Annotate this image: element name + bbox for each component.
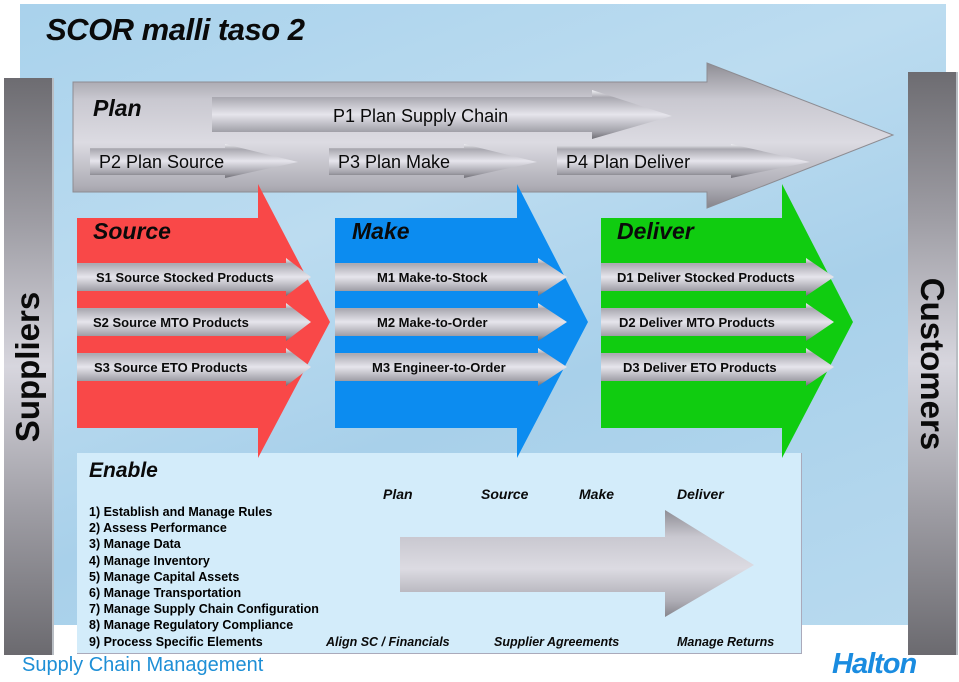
enable-column-deliver: Deliver [677,486,724,502]
enable-item: 2) Assess Performance [89,521,227,536]
deliver-title: Deliver [617,218,694,244]
enable-bottom-returns: Manage Returns [677,635,775,649]
halton-logo: Halton [832,648,917,680]
make-item-m2: M2 Make-to-Order [377,315,488,330]
enable-title: Enable [89,459,158,482]
plan-item-p1: P1 Plan Supply Chain [333,106,509,126]
make-item-m1: M1 Make-to-Stock [377,270,488,285]
deliver-item-d3: D3 Deliver ETO Products [623,360,777,375]
enable-item: 7) Manage Supply Chain Configuration [89,602,319,617]
enable-item: 5) Manage Capital Assets [89,569,240,584]
source-title: Source [93,218,171,244]
enable-list: 1) Establish and Manage Rules 2) Assess … [89,504,319,650]
enable-column-make: Make [579,486,615,502]
plan-title: Plan [93,95,142,121]
source-item-s2: S2 Source MTO Products [93,315,249,330]
plan-item-p3: P3 Plan Make [338,152,451,172]
enable-bottom-supplier: Supplier Agreements [494,635,620,649]
enable-column-source: Source [481,486,529,502]
make-item-m3: M3 Engineer-to-Order [372,360,506,375]
plan-item-p4: P4 Plan Deliver [566,152,691,172]
enable-column-plan: Plan [383,486,413,502]
enable-bottom-align: Align SC / Financials [326,635,450,649]
deliver-item-d2: D2 Deliver MTO Products [619,315,775,330]
enable-arrow [400,510,754,617]
enable-item: 1) Establish and Manage Rules [89,505,273,519]
make-title: Make [352,218,410,244]
enable-item: 8) Manage Regulatory Compliance [89,618,294,633]
source-item-s1: S1 Source Stocked Products [96,270,274,285]
plan-arrow [72,62,895,209]
enable-item: 3) Manage Data [89,537,181,552]
plan-item-p2: P2 Plan Source [99,152,225,172]
source-item-s3: S3 Source ETO Products [94,360,248,375]
enable-item: 9) Process Specific Elements [89,634,263,649]
footer-text: Supply Chain Management [22,654,264,676]
deliver-item-d1: D1 Deliver Stocked Products [617,270,795,285]
enable-item: 6) Manage Transportation [89,586,242,601]
enable-item: 4) Manage Inventory [89,553,210,568]
